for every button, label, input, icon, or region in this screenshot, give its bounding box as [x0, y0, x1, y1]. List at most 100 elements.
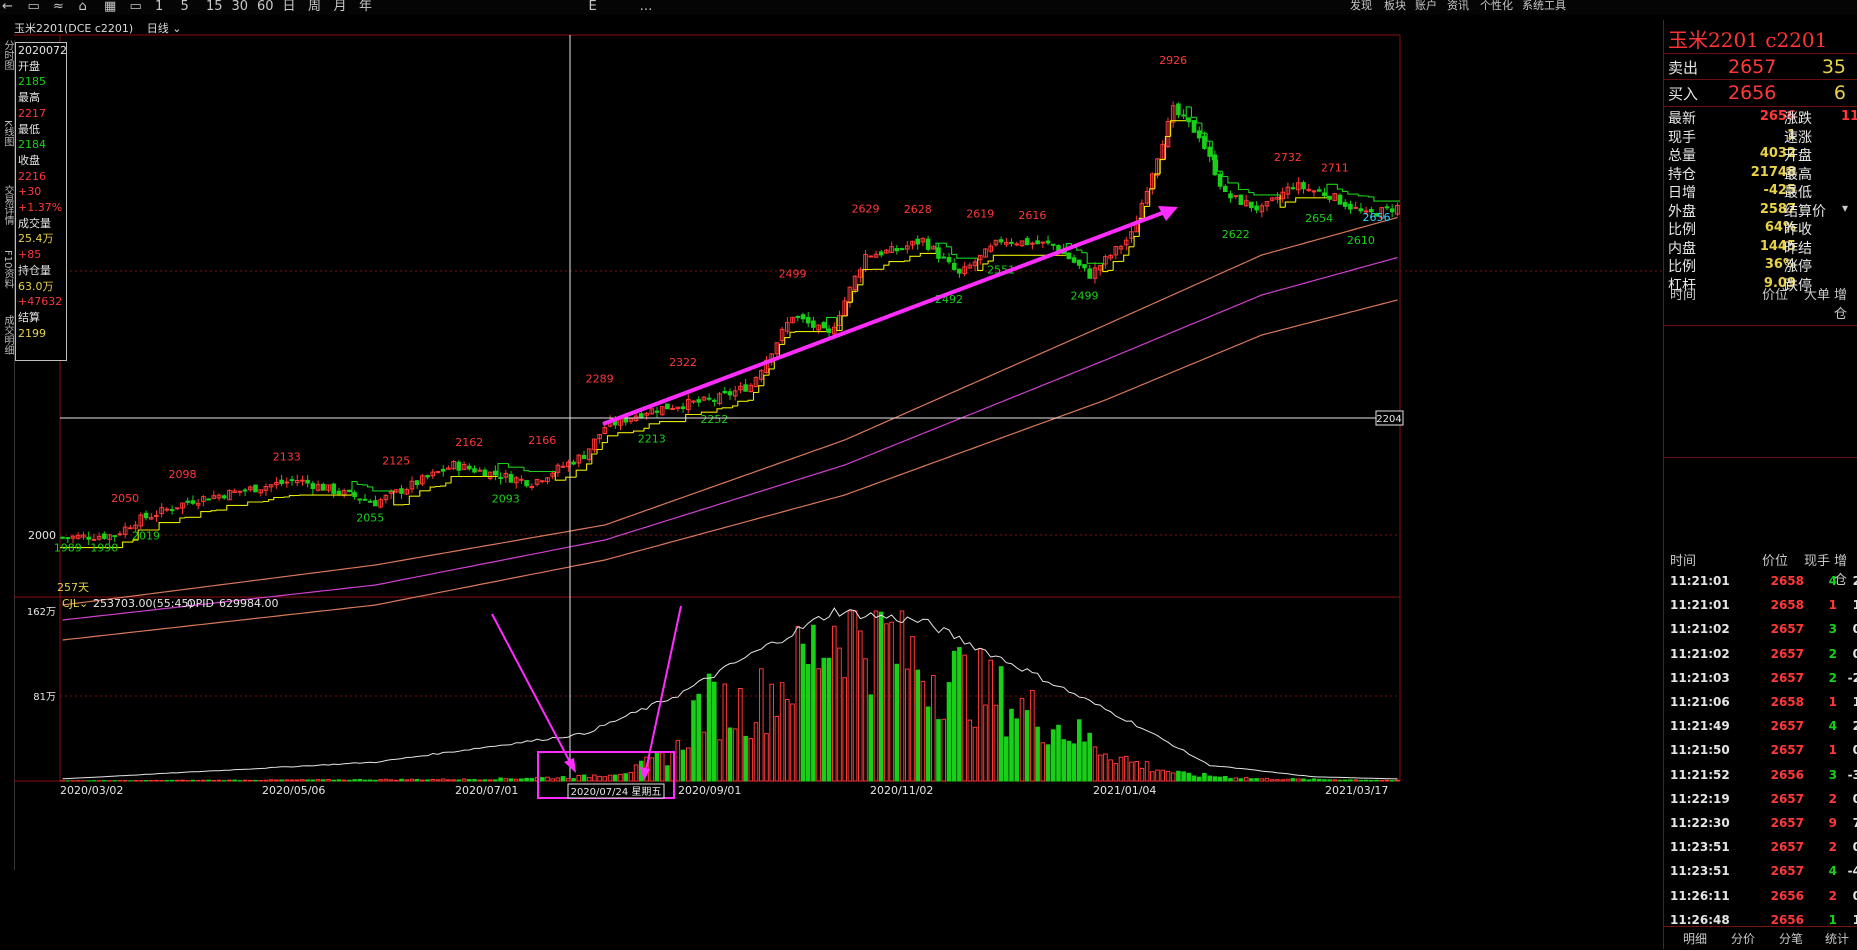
- price-annotation: 2499: [1071, 290, 1099, 303]
- tick-row[interactable]: 11:21:50265710: [1664, 739, 1857, 763]
- x-tick-label: 2020/11/02: [870, 784, 933, 797]
- tick-row[interactable]: 11:21:5226563-3: [1664, 764, 1857, 788]
- volume-bar: [233, 780, 237, 781]
- volume-bar: [1015, 719, 1019, 781]
- stat-label: 昨结: [1784, 238, 1812, 258]
- candle-down: [473, 469, 477, 472]
- tick-row[interactable]: 11:21:01265842: [1664, 570, 1857, 594]
- candle-up: [92, 539, 96, 540]
- volume-bar: [989, 660, 993, 781]
- price-annotation: 2322: [669, 356, 697, 369]
- price-annotation: 2166: [528, 434, 556, 447]
- volume-bar: [447, 780, 451, 781]
- volume-bar: [473, 780, 477, 781]
- candle-down: [1083, 265, 1087, 268]
- candle-up: [285, 482, 289, 483]
- volume-bar: [488, 780, 492, 781]
- volume-bar: [144, 781, 148, 782]
- candle-down: [999, 240, 1003, 242]
- stat-label: 现手: [1668, 127, 1696, 147]
- bid-volume: 6: [1834, 82, 1846, 104]
- volume-bar: [134, 781, 138, 782]
- tick-volume: 2: [1812, 671, 1837, 685]
- candle-down: [1192, 121, 1196, 133]
- tick-volume: 3: [1812, 768, 1837, 782]
- tick-row[interactable]: 11:21:02265730: [1664, 618, 1857, 642]
- tick-row[interactable]: 11:21:06265811: [1664, 691, 1857, 715]
- volume-bar: [457, 780, 461, 781]
- volume-bar: [1093, 747, 1097, 781]
- candle-up: [1354, 207, 1358, 208]
- volume-bar: [906, 669, 910, 781]
- tick-volume: 2: [1812, 889, 1837, 903]
- info-open-label: 开盘: [16, 59, 66, 75]
- candle-down: [942, 257, 946, 258]
- tick-row[interactable]: 11:21:0326572-2: [1664, 667, 1857, 691]
- volume-tick-label: 81万: [33, 692, 56, 703]
- tick-row[interactable]: 11:23:5126574-4: [1664, 860, 1857, 884]
- volume-bar: [514, 779, 518, 781]
- tick-price: 2657: [1759, 864, 1804, 878]
- candle-down: [66, 538, 70, 539]
- volume-bar: [426, 780, 430, 781]
- volume-bar: [1124, 756, 1128, 781]
- volume-bar: [368, 780, 372, 781]
- bottom-tab-0[interactable]: 明细: [1683, 930, 1707, 947]
- volume-bar: [249, 781, 253, 782]
- tick-row[interactable]: 11:21:49265742: [1664, 715, 1857, 739]
- tick-volume: 4: [1812, 574, 1837, 588]
- divider: [1664, 106, 1857, 107]
- tick-time: 11:21:52: [1670, 768, 1730, 782]
- volume-bar: [1161, 770, 1165, 781]
- candle-down: [713, 400, 717, 401]
- candle-down: [1046, 241, 1050, 243]
- price-annotation: 2055: [356, 512, 384, 525]
- volume-bar: [504, 779, 508, 781]
- volume-bar: [1239, 779, 1243, 781]
- volume-bar: [765, 734, 769, 781]
- tick-row[interactable]: 11:22:19265720: [1664, 788, 1857, 812]
- bottom-tab-3[interactable]: 统计: [1825, 930, 1849, 947]
- tick-row[interactable]: 11:21:02265720: [1664, 643, 1857, 667]
- candle-down: [1208, 147, 1212, 156]
- volume-bar: [1114, 764, 1118, 781]
- kline-chart[interactable]: 2000257天19891990205020192098213320552125…: [0, 0, 1663, 949]
- volume-bar: [843, 678, 847, 781]
- tick-row[interactable]: 11:23:51265720: [1664, 836, 1857, 860]
- bid-row[interactable]: 买入 2656 6: [1664, 79, 1857, 106]
- tick-row[interactable]: 11:26:11265620: [1664, 885, 1857, 909]
- candle-down: [1239, 195, 1243, 204]
- volume-bar: [1297, 779, 1301, 781]
- candle-up: [561, 466, 565, 467]
- tick-oi: 1: [1846, 695, 1857, 709]
- tick-time: 11:26:11: [1670, 889, 1730, 903]
- column-header: 价位: [1762, 284, 1788, 303]
- ask-label: 卖出: [1668, 57, 1698, 78]
- volume-bar: [1005, 737, 1009, 781]
- candle-down: [353, 493, 357, 497]
- tick-oi: 1: [1846, 598, 1857, 612]
- tick-row[interactable]: 11:21:01265811: [1664, 594, 1857, 618]
- volume-bar: [1208, 776, 1212, 781]
- chevron-down-icon[interactable]: ▾: [1842, 201, 1848, 215]
- volume-bar: [1135, 762, 1139, 782]
- volume-bar: [415, 780, 419, 782]
- volume-bar: [1182, 772, 1186, 781]
- volume-bar: [1083, 742, 1087, 781]
- volume-bar: [1213, 777, 1217, 781]
- volume-bar: [1067, 741, 1071, 781]
- tick-row[interactable]: 11:22:30265797: [1664, 812, 1857, 836]
- tick-price: 2657: [1759, 743, 1804, 757]
- bottom-tab-2[interactable]: 分笔: [1779, 930, 1803, 947]
- bottom-tab-1[interactable]: 分价: [1731, 930, 1755, 947]
- candle-down: [400, 489, 404, 494]
- candle-down: [1317, 190, 1321, 191]
- ask-row[interactable]: 卖出 2657 35: [1664, 53, 1857, 80]
- volume-bar: [713, 682, 717, 781]
- candle-down: [280, 480, 284, 483]
- volume-bar: [332, 780, 336, 781]
- volume-indicator-label: CJL⌄: [62, 597, 88, 610]
- volume-bar: [676, 741, 680, 781]
- volume-bar: [728, 728, 732, 781]
- volume-bar: [1062, 740, 1066, 781]
